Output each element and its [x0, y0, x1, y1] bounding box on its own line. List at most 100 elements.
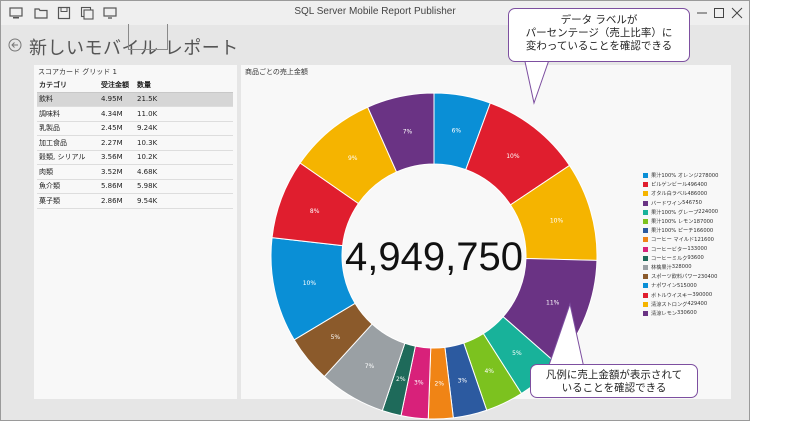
legend-value: 546750	[682, 200, 702, 207]
table-row[interactable]: 調味料 4.34M 11.0K	[37, 106, 233, 122]
legend-swatch	[643, 264, 648, 270]
table-row[interactable]: 乳製品 2.45M 9.24K	[37, 121, 233, 136]
legend-item[interactable]: コーヒーミルク 93600	[643, 254, 718, 263]
legend-swatch	[643, 274, 648, 280]
callout-bottom-line: いることを確認できる	[561, 382, 667, 394]
table-cell: 菓子類	[37, 193, 99, 209]
legend-item[interactable]: コーヒー マイルド 121600	[643, 235, 718, 244]
grid-header-row: カテゴリ 受注金額 数量	[37, 78, 233, 93]
legend-value: 230400	[697, 273, 718, 280]
table-cell: 魚介類	[37, 179, 99, 194]
table-row[interactable]: 魚介類 5.86M 5.98K	[37, 179, 233, 194]
column-header: 数量	[135, 78, 233, 93]
legend-item[interactable]: オタル白ラベル 486000	[643, 189, 718, 198]
legend-name: 林檎果汁	[651, 264, 672, 271]
back-arrow-icon[interactable]	[8, 38, 22, 52]
table-row[interactable]: 飲料 4.95M 21.5K	[37, 92, 233, 107]
legend-swatch	[643, 301, 648, 307]
legend-name: コーヒー マイルド	[651, 237, 695, 244]
legend-name: 果汁100% レモン	[651, 219, 694, 226]
legend-value: 187000	[693, 218, 714, 225]
table-cell: 10.2K	[135, 150, 233, 165]
chart-title: 商品ごとの売上金額	[245, 68, 308, 76]
table-cell: 5.86M	[99, 179, 135, 194]
legend-swatch	[643, 182, 648, 188]
table-cell: 3.52M	[99, 164, 135, 180]
slice-label: 9%	[348, 155, 358, 162]
close-icon[interactable]	[723, 3, 749, 23]
legend-item[interactable]: 清涼レモン 330600	[643, 309, 718, 318]
legend-value: 496400	[687, 181, 708, 188]
slice-label: 7%	[403, 128, 413, 135]
table-cell: 飲料	[37, 92, 99, 107]
callout-top-line: 変わっていることを確認できる	[525, 40, 673, 52]
legend-item[interactable]: 果汁100% グレープ 224000	[643, 208, 718, 217]
legend-item[interactable]: 果汁100% オレンジ 278000	[643, 171, 718, 180]
legend-value: 330600	[676, 310, 697, 317]
slice-label: 10%	[550, 218, 564, 225]
legend-swatch	[643, 283, 648, 289]
legend-value: 121600	[694, 236, 714, 243]
legend-name: ナポワイン	[651, 283, 677, 290]
slice-label: 7%	[365, 363, 375, 370]
table-row[interactable]: 菓子類 2.86M 9.54K	[37, 193, 233, 209]
legend-item[interactable]: バードワイン 546750	[643, 199, 718, 208]
table-cell: 11.0K	[135, 106, 233, 122]
legend-swatch	[643, 246, 648, 252]
legend-name: 清涼ストロング	[651, 301, 688, 308]
table-cell: 5.98K	[135, 179, 233, 194]
legend-item[interactable]: 清涼ストロング 429400	[643, 300, 718, 309]
scorecard-title: スコアカード グリッド 1	[38, 68, 117, 76]
callout-top: データ ラベルが パーセンテージ（売上比率）に 変わっていることを確認できる	[508, 8, 690, 62]
table-cell: 4.68K	[135, 164, 233, 180]
legend-value: 166000	[693, 227, 714, 234]
slice-label: 5%	[512, 350, 522, 357]
table-row[interactable]: 穀類, シリアル 3.56M 10.2K	[37, 150, 233, 165]
legend-swatch	[643, 228, 648, 234]
legend-swatch	[643, 191, 648, 197]
table-cell: 2.45M	[99, 121, 135, 136]
table-cell: 調味料	[37, 106, 99, 122]
legend-item[interactable]: ピルゲンビール 496400	[643, 180, 718, 189]
slice-label: 2%	[435, 380, 445, 387]
legend-swatch	[643, 219, 648, 225]
legend-name: バードワイン	[651, 200, 683, 207]
legend-value: 486000	[687, 190, 708, 197]
legend-swatch	[643, 173, 648, 179]
table-row[interactable]: 肉類 3.52M 4.68K	[37, 164, 233, 180]
legend-item[interactable]: コーヒービター 133000	[643, 245, 718, 254]
table-cell: 加工食品	[37, 135, 99, 151]
legend-value: 224000	[698, 209, 719, 216]
legend-item[interactable]: 林檎果汁 328000	[643, 263, 718, 272]
slice-label: 10%	[303, 280, 317, 287]
table-cell: 9.54K	[135, 193, 233, 209]
table-cell: 2.86M	[99, 193, 135, 209]
legend-item[interactable]: ボトルウイスキー 390000	[643, 290, 718, 299]
app-window: SQL Server Mobile Report Publisher ? 新しい…	[0, 0, 750, 421]
legend-name: スポーツ飲料パワー	[651, 274, 698, 281]
legend-name: コーヒービター	[651, 246, 688, 253]
legend-swatch	[643, 200, 648, 206]
legend-item[interactable]: 果汁100% レモン 187000	[643, 217, 718, 226]
legend-name: 果汁100% オレンジ	[651, 173, 699, 180]
table-cell: 3.56M	[99, 150, 135, 165]
chart-legend: 果汁100% オレンジ 278000 ピルゲンビール 496400 オタル白ラベル …	[643, 171, 718, 318]
slice-label: 2%	[396, 376, 406, 383]
column-header: 受注金額	[99, 78, 135, 93]
table-row[interactable]: 加工食品 2.27M 10.3K	[37, 135, 233, 151]
slice-label: 6%	[452, 127, 462, 134]
legend-name: ピルゲンビール	[651, 182, 688, 189]
legend-item[interactable]: 果汁100% ピーチ 166000	[643, 226, 718, 235]
scorecard-panel[interactable]: スコアカード グリッド 1 カテゴリ 受注金額 数量 飲料 4.95M 21.5K 調…	[34, 65, 237, 399]
legend-swatch	[643, 292, 648, 298]
legend-value: 93600	[687, 255, 704, 262]
slice-label: 5%	[331, 334, 341, 341]
legend-item[interactable]: ナポワイン 515000	[643, 281, 718, 290]
table-cell: 9.24K	[135, 121, 233, 136]
slice-label: 10%	[506, 153, 520, 160]
legend-swatch	[643, 209, 648, 215]
legend-item[interactable]: スポーツ飲料パワー 230400	[643, 272, 718, 281]
legend-swatch	[643, 237, 648, 243]
legend-value: 515000	[676, 282, 697, 289]
column-header: カテゴリ	[37, 78, 99, 93]
